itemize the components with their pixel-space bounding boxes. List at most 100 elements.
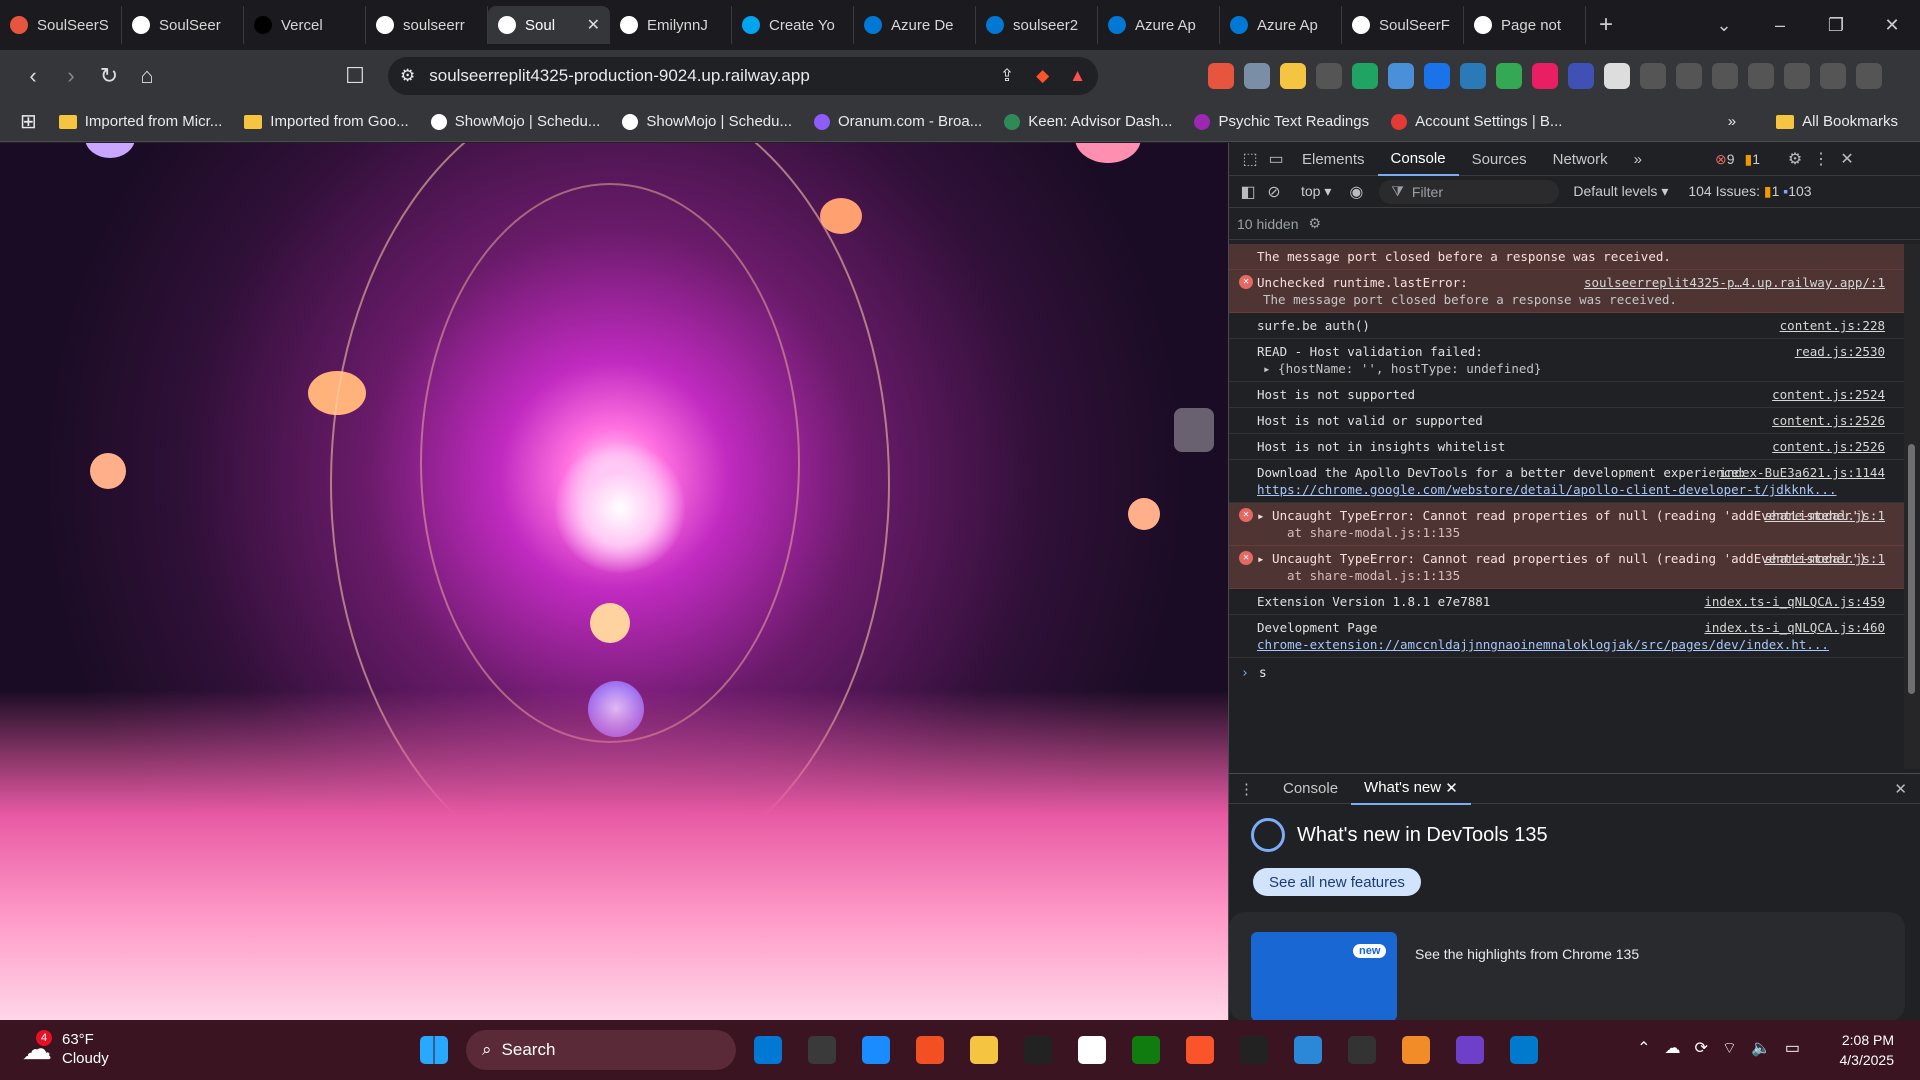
clock[interactable]: 2:08 PM 4/3/2025	[1840, 1030, 1895, 1070]
message-source-link[interactable]: content.js:2526	[1772, 438, 1885, 455]
bookmark-item[interactable]: Keen: Advisor Dash...	[1004, 113, 1172, 130]
taskbar-app-icon[interactable]	[1448, 1028, 1492, 1072]
console-message[interactable]: ✕ Unchecked runtime.lastError: soulseerrep…	[1229, 270, 1905, 313]
bookmark-item[interactable]: Imported from Micr...	[58, 113, 222, 130]
message-url-link[interactable]: https://chrome.google.com/webstore/detai…	[1257, 481, 1877, 498]
prompt-input-text[interactable]: s	[1259, 666, 1267, 681]
taskbar-search[interactable]: ⌕ Search	[466, 1030, 736, 1070]
battery-icon[interactable]: ▭	[1785, 1038, 1800, 1058]
console-message[interactable]: ✕ ▸ Uncaught TypeError: Cannot read prope…	[1229, 546, 1905, 589]
taskbar-app-icon[interactable]	[800, 1028, 844, 1072]
feedback-widget-icon[interactable]	[1174, 408, 1214, 452]
taskbar-app-icon[interactable]	[1502, 1028, 1546, 1072]
close-window-button[interactable]: ✕	[1864, 0, 1920, 50]
extension-icon[interactable]	[1532, 63, 1558, 89]
bookmark-item[interactable]: Oranum.com - Broa...	[814, 113, 982, 130]
sync-icon[interactable]: ⟳	[1695, 1038, 1708, 1058]
extension-icon[interactable]	[1244, 63, 1270, 89]
new-tab-button[interactable]: +	[1586, 11, 1626, 39]
context-selector[interactable]: top ▾	[1301, 183, 1331, 200]
apps-grid-icon[interactable]: ⊞	[20, 109, 37, 134]
tab-elements[interactable]: Elements	[1289, 143, 1378, 176]
console-message[interactable]: Development Page index.ts-i_qNLQCA.js:460…	[1229, 615, 1905, 658]
drawer-tab-whats-new[interactable]: What's new ✕	[1351, 772, 1471, 805]
back-arrow-icon[interactable]: ‹	[14, 57, 52, 95]
tab-console[interactable]: Console	[1377, 143, 1459, 176]
message-source-link[interactable]: share-modal.js:1	[1765, 507, 1885, 524]
extension-icon[interactable]	[1496, 63, 1522, 89]
close-icon[interactable]: ✕	[1834, 146, 1860, 172]
inspect-element-icon[interactable]: ⬚	[1237, 146, 1263, 172]
download-icon[interactable]	[1676, 63, 1702, 89]
highlights-text[interactable]: See the highlights from Chrome 135	[1415, 946, 1639, 962]
warning-count-badge[interactable]: ▮1	[1745, 151, 1761, 168]
issues-counter[interactable]: 104 Issues: ▮1 ▪103	[1688, 183, 1811, 200]
wifi-icon[interactable]: ⌔	[1722, 1038, 1737, 1058]
extension-icon[interactable]	[1604, 63, 1630, 89]
home-icon[interactable]: ⌂	[128, 57, 166, 95]
bookmark-icon[interactable]: ☐	[336, 57, 374, 95]
tab-search-chevron-down-icon[interactable]: ⌄	[1696, 0, 1752, 50]
console-scrollbar[interactable]	[1904, 244, 1920, 769]
show-hidden-icons-chevron-icon[interactable]: ⌃	[1637, 1038, 1650, 1058]
browser-tab[interactable]: Azure Ap	[1098, 6, 1220, 44]
minimize-button[interactable]: –	[1752, 0, 1808, 50]
page-viewport[interactable]	[0, 143, 1228, 1020]
console-prompt[interactable]: › s	[1229, 658, 1905, 688]
close-tab-icon[interactable]: ✕	[1445, 779, 1458, 797]
url-text[interactable]: soulseerreplit4325-production-9024.up.ra…	[429, 66, 1000, 86]
drawer-more-icon[interactable]: ⋮	[1239, 780, 1254, 798]
extension-icon[interactable]	[1460, 63, 1486, 89]
message-source-link[interactable]: share-modal.js:1	[1765, 550, 1885, 567]
taskbar-app-icon[interactable]	[908, 1028, 952, 1072]
vpn-icon[interactable]	[1820, 63, 1846, 89]
message-source-link[interactable]: index-BuE3a621.js:1144	[1719, 464, 1885, 481]
taskbar-app-icon[interactable]	[962, 1028, 1006, 1072]
taskbar-app-icon[interactable]	[1340, 1028, 1384, 1072]
extension-icon[interactable]	[1388, 63, 1414, 89]
site-info-icon[interactable]: ⚙	[400, 66, 415, 86]
browser-tab[interactable]: soulseerr	[366, 6, 488, 44]
message-source-link[interactable]: index.ts-i_qNLQCA.js:459	[1704, 593, 1885, 610]
browser-tab[interactable]: Page not	[1464, 6, 1586, 44]
share-icon[interactable]: ⇪	[1000, 66, 1014, 86]
bookmark-item[interactable]: Account Settings | B...	[1391, 113, 1562, 130]
brave-rewards-icon[interactable]: ▲	[1069, 66, 1086, 86]
reload-icon[interactable]: ↻	[90, 57, 128, 95]
browser-tab[interactable]: SoulSeerS	[0, 6, 122, 44]
message-url-link[interactable]: chrome-extension://amccnldajjnngnaoinemn…	[1257, 636, 1877, 653]
restore-button[interactable]: ❐	[1808, 0, 1864, 50]
console-message[interactable]: The message port closed before a respons…	[1229, 244, 1905, 270]
taskbar-app-icon[interactable]	[1070, 1028, 1114, 1072]
gear-icon[interactable]: ⚙	[1782, 146, 1808, 172]
console-settings-gear-icon[interactable]: ⚙	[1309, 215, 1322, 232]
taskbar-app-icon[interactable]	[1394, 1028, 1438, 1072]
message-source-link[interactable]: content.js:2524	[1772, 386, 1885, 403]
video-thumbnail[interactable]: new	[1251, 932, 1397, 1021]
browser-tab[interactable]: Create Yo	[732, 6, 854, 44]
message-source-link[interactable]: content.js:2526	[1772, 412, 1885, 429]
bookmark-item[interactable]: Psychic Text Readings	[1194, 113, 1369, 130]
stack-frame-link[interactable]: at share-modal.js:1:135	[1257, 524, 1877, 541]
brave-shields-icon[interactable]: ◆	[1036, 66, 1049, 86]
browser-tab[interactable]: Vercel	[244, 6, 366, 44]
scroll-thumb[interactable]	[1908, 444, 1915, 694]
log-levels-dropdown[interactable]: Default levels ▾	[1573, 183, 1668, 200]
error-count-badge[interactable]: ⊗9	[1715, 151, 1735, 168]
taskbar-app-icon[interactable]	[854, 1028, 898, 1072]
browser-tab[interactable]: SoulSeerF	[1342, 6, 1464, 44]
console-message[interactable]: Host is not supported content.js:2524	[1229, 382, 1905, 408]
sidebar-icon[interactable]	[1712, 63, 1738, 89]
drawer-tab-console[interactable]: Console	[1270, 772, 1351, 805]
clear-console-icon[interactable]: ⊘	[1261, 179, 1287, 205]
bookmark-item[interactable]: ShowMojo | Schedu...	[622, 113, 792, 130]
console-message[interactable]: Download the Apollo DevTools for a bette…	[1229, 460, 1905, 503]
console-message[interactable]: Host is not in insights whitelist content…	[1229, 434, 1905, 460]
message-source-link[interactable]: content.js:228	[1780, 317, 1885, 334]
extension-icon[interactable]	[1424, 63, 1450, 89]
tab-sources[interactable]: Sources	[1459, 143, 1540, 176]
console-message[interactable]: Host is not valid or supported content.js…	[1229, 408, 1905, 434]
taskbar-app-icon[interactable]	[1124, 1028, 1168, 1072]
bookmark-item[interactable]: ShowMojo | Schedu...	[430, 113, 600, 130]
address-bar[interactable]: ⚙ soulseerreplit4325-production-9024.up.…	[388, 57, 1098, 95]
